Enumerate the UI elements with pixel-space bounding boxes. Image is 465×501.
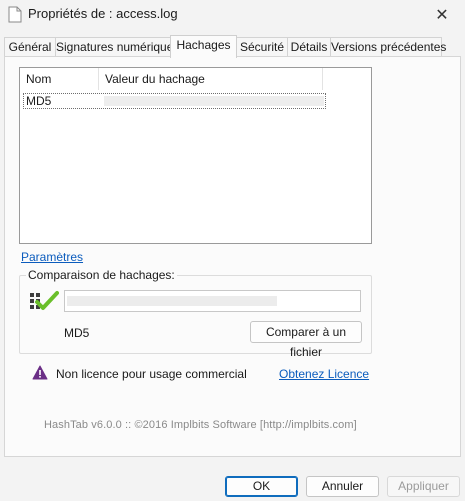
title-bar: Propriétés de : access.log ✕ [0, 0, 465, 30]
tab-details[interactable]: Détails [287, 37, 331, 57]
hash-comparison-group: Comparaison de hachages: MD5 Comparer à … [19, 268, 372, 359]
hash-compare-value [67, 296, 277, 306]
document-icon [8, 6, 22, 23]
hash-check-icon [30, 291, 59, 310]
hash-value-cell [104, 96, 324, 106]
credit-text: HashTab v6.0.0 :: ©2016 Implbits Softwar… [44, 419, 357, 431]
tab-general[interactable]: Général [4, 37, 56, 57]
compare-algorithm-label: MD5 [64, 326, 90, 340]
group-label: Comparaison de hachages: [26, 268, 177, 282]
list-header: Nom Valeur du hachage [20, 68, 371, 90]
tab-previous-versions[interactable]: Versions précédentes [330, 37, 446, 57]
close-button[interactable]: ✕ [419, 0, 465, 30]
list-item[interactable]: MD5 [23, 93, 326, 109]
warning-icon [32, 365, 48, 380]
apply-button[interactable]: Appliquer [387, 476, 460, 497]
tab-digital-signatures[interactable]: Signatures numériques [55, 37, 179, 57]
column-header-hash-value[interactable]: Valeur du hachage [99, 68, 323, 90]
cancel-button[interactable]: Annuler [306, 476, 379, 497]
tab-hashes[interactable]: Hachages [170, 35, 237, 58]
hash-name-cell: MD5 [26, 94, 52, 108]
settings-link[interactable]: Paramètres [21, 250, 83, 264]
window-title: Propriétés de : access.log [28, 6, 178, 21]
hash-list[interactable]: Nom Valeur du hachage MD5 [19, 67, 372, 244]
compare-with-file-button[interactable]: Comparer à un fichier [250, 321, 362, 359]
hashes-panel: Nom Valeur du hachage MD5 Paramètres Com… [4, 56, 461, 457]
license-notice: Non licence pour usage commercial [56, 367, 247, 381]
column-header-name[interactable]: Nom [20, 68, 99, 90]
hash-compare-input[interactable] [64, 290, 361, 312]
close-icon: ✕ [435, 7, 449, 24]
ok-button[interactable]: OK [225, 476, 298, 497]
tab-security[interactable]: Sécurité [236, 37, 288, 57]
get-license-link[interactable]: Obtenez Licence [279, 367, 369, 381]
